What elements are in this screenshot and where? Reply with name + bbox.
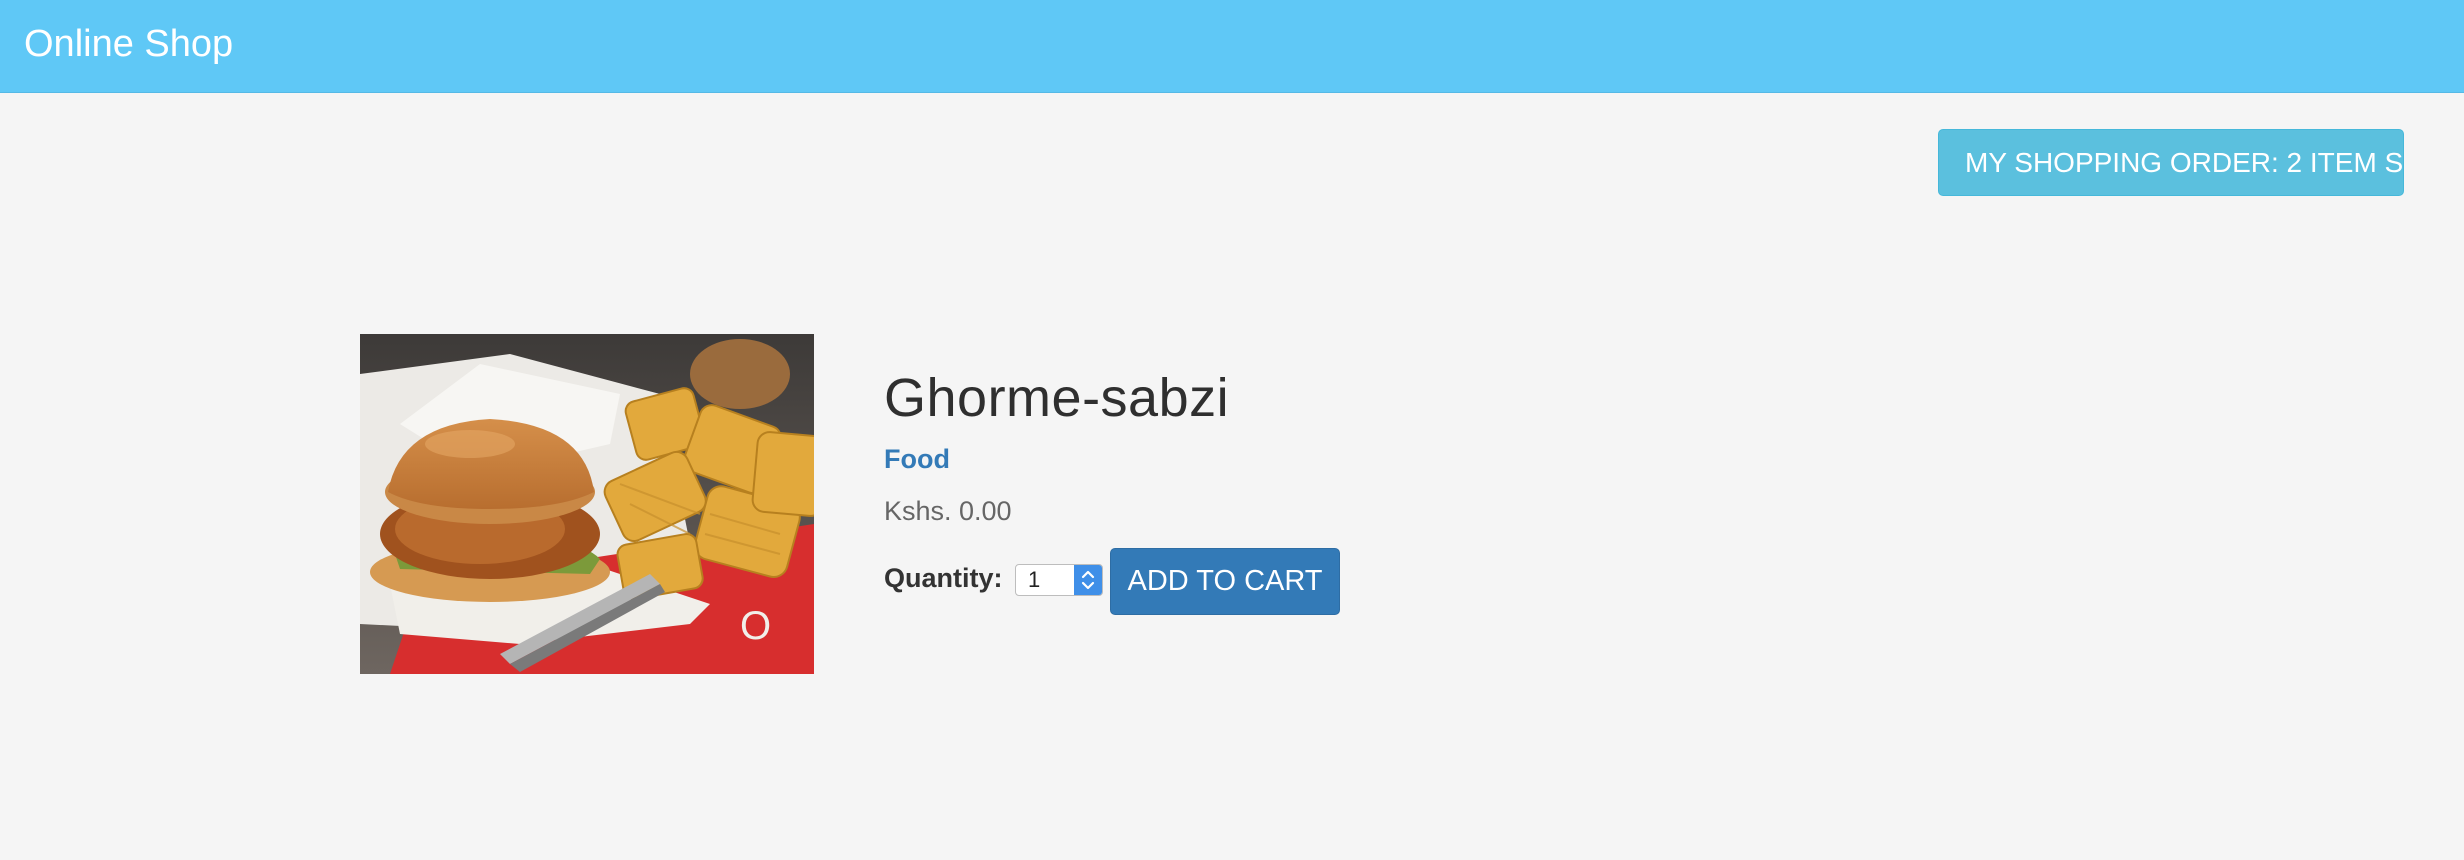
up-down-chevron-icon [1081,570,1095,590]
product-image: O [360,334,814,674]
product-title: Ghorme-sabzi [884,368,1230,428]
product-price: Kshs. 0.00 [884,496,1012,526]
burger-and-waffle-fries-photo-icon: O [360,334,814,674]
site-brand-link[interactable]: Online Shop [24,22,233,66]
quantity-stepper[interactable] [1074,565,1102,595]
quantity-label: Quantity: [884,563,1003,593]
add-to-cart-button[interactable]: ADD TO CART [1110,548,1340,615]
product-category-link[interactable]: Food [884,442,950,476]
shopping-order-button[interactable]: MY SHOPPING ORDER: 2 ITEM S [1938,129,2404,196]
svg-text:O: O [740,604,771,648]
top-navbar: Online Shop [0,0,2464,93]
